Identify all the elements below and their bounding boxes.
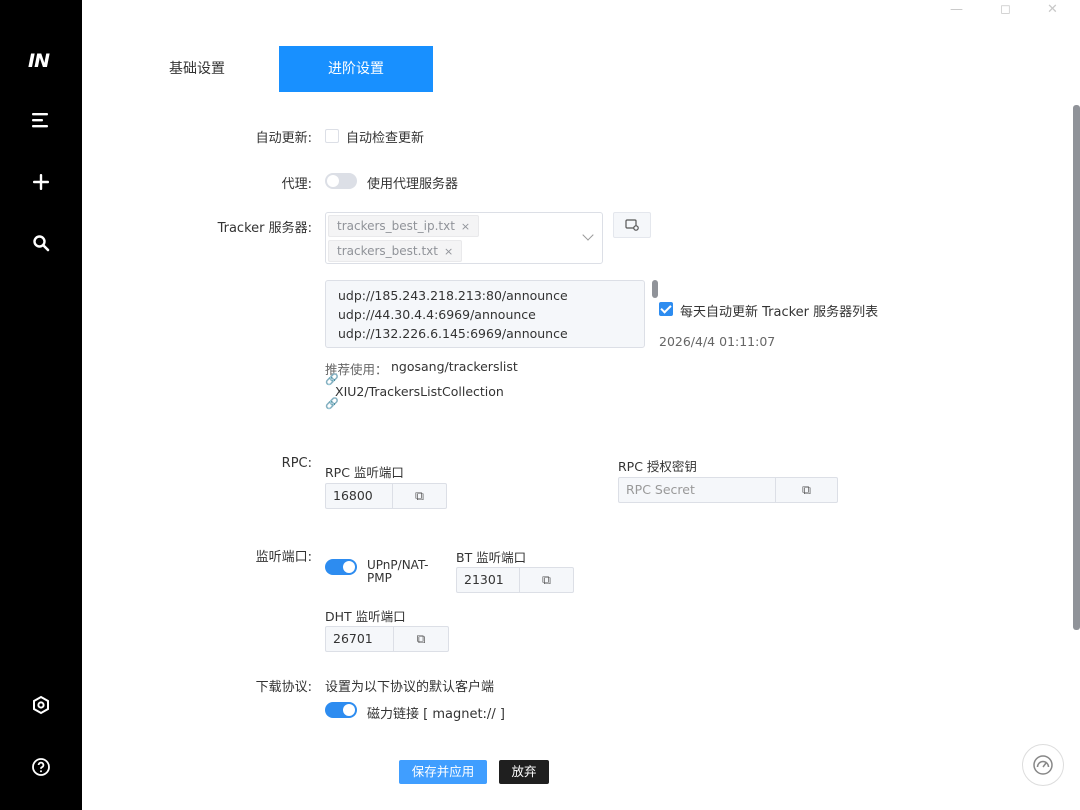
speedometer-icon[interactable] xyxy=(1022,744,1064,786)
maximize-icon[interactable]: ◻ xyxy=(1000,2,1011,17)
textarea-scrollbar[interactable] xyxy=(652,280,658,298)
rpc-port-input[interactable]: 16800 ⧉ xyxy=(325,483,447,509)
tag-close-icon[interactable]: × xyxy=(444,245,453,258)
rpc-label: RPC: xyxy=(281,456,312,471)
dht-port-input[interactable]: 26701 ⧉ xyxy=(325,626,449,652)
search-icon[interactable] xyxy=(28,230,54,256)
settings-panel: — ◻ ✕ 基础设置 进阶设置 自动更新: 自动检查更新 代理: 使用代理服务器… xyxy=(82,0,1080,810)
copy-icon[interactable]: ⧉ xyxy=(393,484,446,508)
recommend-link-xiu2[interactable]: XIU2/TrackersListCollection xyxy=(335,384,504,399)
copy-icon[interactable]: ⧉ xyxy=(520,568,573,592)
link-icon: 🔗 xyxy=(325,397,339,410)
tracker-tag-label: trackers_best.txt xyxy=(337,244,438,258)
protocol-description: 设置为以下协议的默认客户端 xyxy=(325,680,495,695)
chevron-down-icon[interactable] xyxy=(582,229,594,241)
tracker-auto-update-checkbox[interactable] xyxy=(659,302,673,316)
copy-icon[interactable]: ⧉ xyxy=(394,627,448,651)
minimize-icon[interactable]: — xyxy=(950,2,963,17)
magnet-switch[interactable] xyxy=(325,702,357,718)
auto-update-checkbox[interactable] xyxy=(325,129,339,143)
recommend-link-ngosang[interactable]: ngosang/trackerslist xyxy=(391,359,518,374)
tracker-line: udp://185.243.218.213:80/announce xyxy=(338,288,568,303)
rpc-port-label: RPC 监听端口 xyxy=(325,465,404,480)
tracker-last-updated: 2026/4/4 01:11:07 xyxy=(659,334,776,349)
tracker-auto-update-option[interactable]: 每天自动更新 Tracker 服务器列表 xyxy=(680,301,878,320)
menu-icon[interactable] xyxy=(28,107,54,133)
upnp-option[interactable]: UPnP/NAT-PMP xyxy=(367,559,437,585)
tab-basic[interactable]: 基础设置 xyxy=(152,46,242,92)
settings-icon[interactable] xyxy=(28,692,54,718)
rpc-secret-label: RPC 授权密钥 xyxy=(618,459,697,474)
proxy-option[interactable]: 使用代理服务器 xyxy=(367,173,458,192)
tab-advanced[interactable]: 进阶设置 xyxy=(279,46,433,92)
copy-icon[interactable]: ⧉ xyxy=(776,478,837,502)
app-window: IN — ◻ ✕ 基础设置 进阶设置 自动更新: 自动检查更新 代理: 使用代理… xyxy=(0,0,1080,810)
help-icon[interactable] xyxy=(28,754,54,780)
proxy-switch[interactable] xyxy=(325,173,357,189)
tracker-source-select[interactable]: trackers_best_ip.txt × trackers_best.txt × xyxy=(325,212,603,264)
tracker-line: udp://132.226.6.145:6969/announce xyxy=(338,326,568,341)
upnp-switch[interactable] xyxy=(325,559,357,575)
dht-port-value: 26701 xyxy=(333,631,373,646)
save-apply-button[interactable]: 保存并应用 xyxy=(399,760,487,784)
listen-port-label: 监听端口: xyxy=(255,550,312,565)
tracker-tag: trackers_best_ip.txt × xyxy=(328,215,480,237)
auto-update-option[interactable]: 自动检查更新 xyxy=(346,127,424,146)
tracker-tag: trackers_best.txt × xyxy=(328,240,463,262)
rpc-secret-placeholder: RPC Secret xyxy=(626,482,695,497)
tracker-label: Tracker 服务器: xyxy=(217,221,312,236)
refresh-icon xyxy=(625,219,639,231)
proxy-label: 代理: xyxy=(281,177,312,192)
tag-close-icon[interactable]: × xyxy=(461,220,470,233)
sidebar: IN xyxy=(0,0,82,810)
rpc-secret-input[interactable]: RPC Secret ⧉ xyxy=(618,477,838,503)
auto-update-label: 自动更新: xyxy=(255,131,312,146)
magnet-option[interactable]: 磁力链接 [ magnet:// ] xyxy=(367,703,505,722)
protocol-label: 下载协议: xyxy=(255,680,312,695)
bt-port-value: 21301 xyxy=(464,572,504,587)
close-icon[interactable]: ✕ xyxy=(1047,2,1058,17)
sync-tracker-button[interactable] xyxy=(613,212,651,238)
rpc-port-value: 16800 xyxy=(333,488,373,503)
bt-port-input[interactable]: 21301 ⧉ xyxy=(456,567,574,593)
tracker-line: udp://44.30.4.4:6969/announce xyxy=(338,307,536,322)
tracker-tag-label: trackers_best_ip.txt xyxy=(337,219,455,233)
bt-port-label: BT 监听端口 xyxy=(456,550,527,565)
tracker-list-textarea[interactable]: udp://185.243.218.213:80/announce udp://… xyxy=(325,280,645,348)
dht-port-label: DHT 监听端口 xyxy=(325,609,406,624)
page-scrollbar[interactable] xyxy=(1073,105,1080,630)
discard-button[interactable]: 放弃 xyxy=(499,760,549,784)
app-logo: IN xyxy=(28,50,50,72)
plus-icon[interactable] xyxy=(28,169,54,195)
